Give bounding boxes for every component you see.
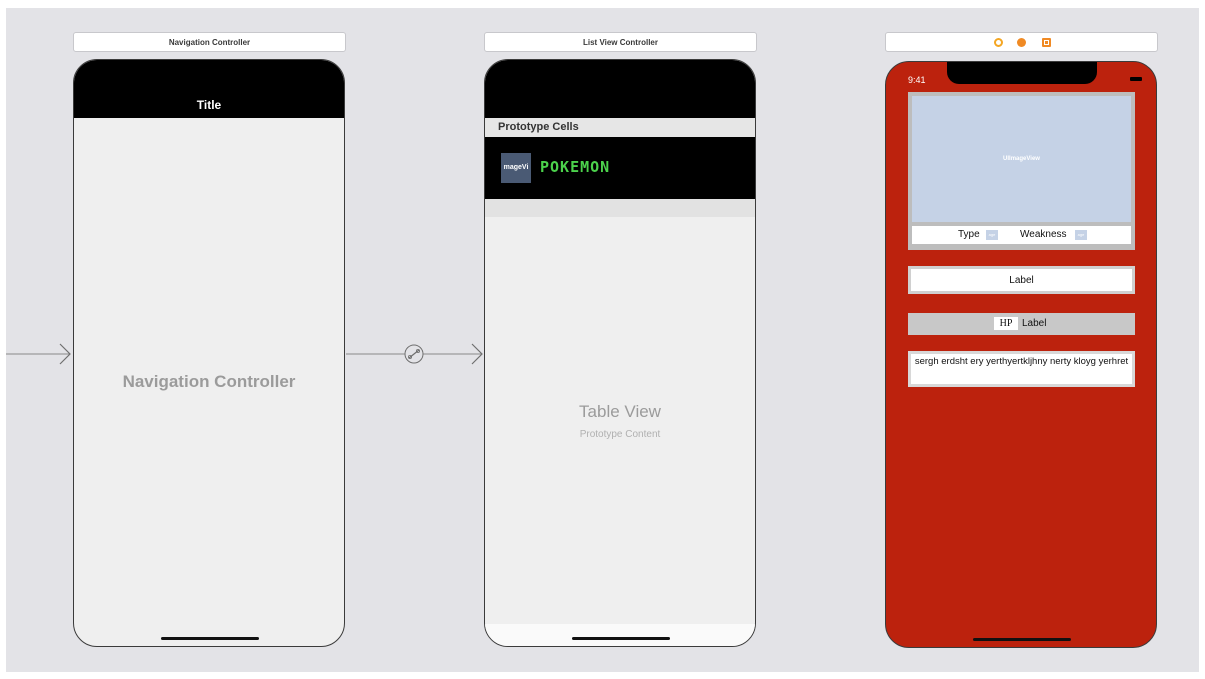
type-weakness-row[interactable]: Type age Weakness age (912, 226, 1131, 244)
type-label[interactable]: Type (958, 229, 980, 240)
scene-title: Navigation Controller (168, 37, 251, 47)
table-view-label: Table View (579, 402, 661, 421)
list-view-controller-scene-bar[interactable]: List View Controller (484, 32, 757, 52)
cell-image-view[interactable]: mageVi (501, 153, 531, 183)
navigation-controller-phone[interactable]: Title Navigation Controller (73, 59, 345, 647)
hp-tag-label[interactable]: HP (994, 317, 1018, 330)
cell-title-label[interactable]: POKEMON (540, 158, 610, 176)
view-controller-icon[interactable] (994, 38, 1003, 47)
home-indicator (973, 638, 1071, 641)
battery-icon (1130, 77, 1142, 81)
status-bar-time: 9:41 (908, 75, 926, 85)
home-indicator (572, 637, 670, 640)
detail-view-controller-phone[interactable]: 9:41 UIImageView Type age Weakness age L… (885, 61, 1157, 648)
navigation-controller-label: Navigation Controller (122, 372, 296, 391)
cell-separator (485, 199, 755, 217)
name-label[interactable]: Label (911, 269, 1132, 291)
list-navigation-bar[interactable] (485, 60, 755, 118)
description-label[interactable]: sergh erdsht ery yerthyertkljhny nerty k… (911, 354, 1132, 384)
prototype-cell[interactable]: mageVi POKEMON (485, 137, 755, 199)
table-view-footer (485, 624, 755, 646)
pokemon-image-container[interactable]: UIImageView Type age Weakness age (908, 92, 1135, 250)
list-view-controller-phone[interactable]: Prototype Cells mageVi POKEMON Table Vie… (484, 59, 756, 647)
segue-link-icon[interactable] (404, 344, 424, 364)
type-image-view[interactable]: age (986, 230, 998, 240)
description-container[interactable]: sergh erdsht ery yerthyertkljhny nerty k… (908, 351, 1135, 387)
name-label-container[interactable]: Label (908, 266, 1135, 294)
navigation-bar[interactable]: Title (74, 60, 344, 118)
home-indicator (161, 637, 259, 640)
detail-scene-bar[interactable] (885, 32, 1158, 52)
hp-container[interactable]: HP Label (908, 313, 1135, 335)
navigation-bar-title: Title (196, 98, 222, 112)
first-responder-icon[interactable] (1017, 38, 1026, 47)
exit-icon[interactable] (1042, 38, 1051, 47)
weakness-label[interactable]: Weakness (1020, 229, 1067, 240)
hp-value-label[interactable]: Label (1022, 318, 1046, 329)
scene-title: List View Controller (583, 37, 658, 47)
pokemon-image-view[interactable]: UIImageView (912, 96, 1131, 222)
table-view-subtitle: Prototype Content (579, 429, 661, 440)
device-notch (947, 62, 1097, 84)
prototype-cells-header: Prototype Cells (485, 118, 755, 137)
navigation-controller-scene-bar[interactable]: Navigation Controller (73, 32, 346, 52)
weakness-image-view[interactable]: age (1075, 230, 1087, 240)
